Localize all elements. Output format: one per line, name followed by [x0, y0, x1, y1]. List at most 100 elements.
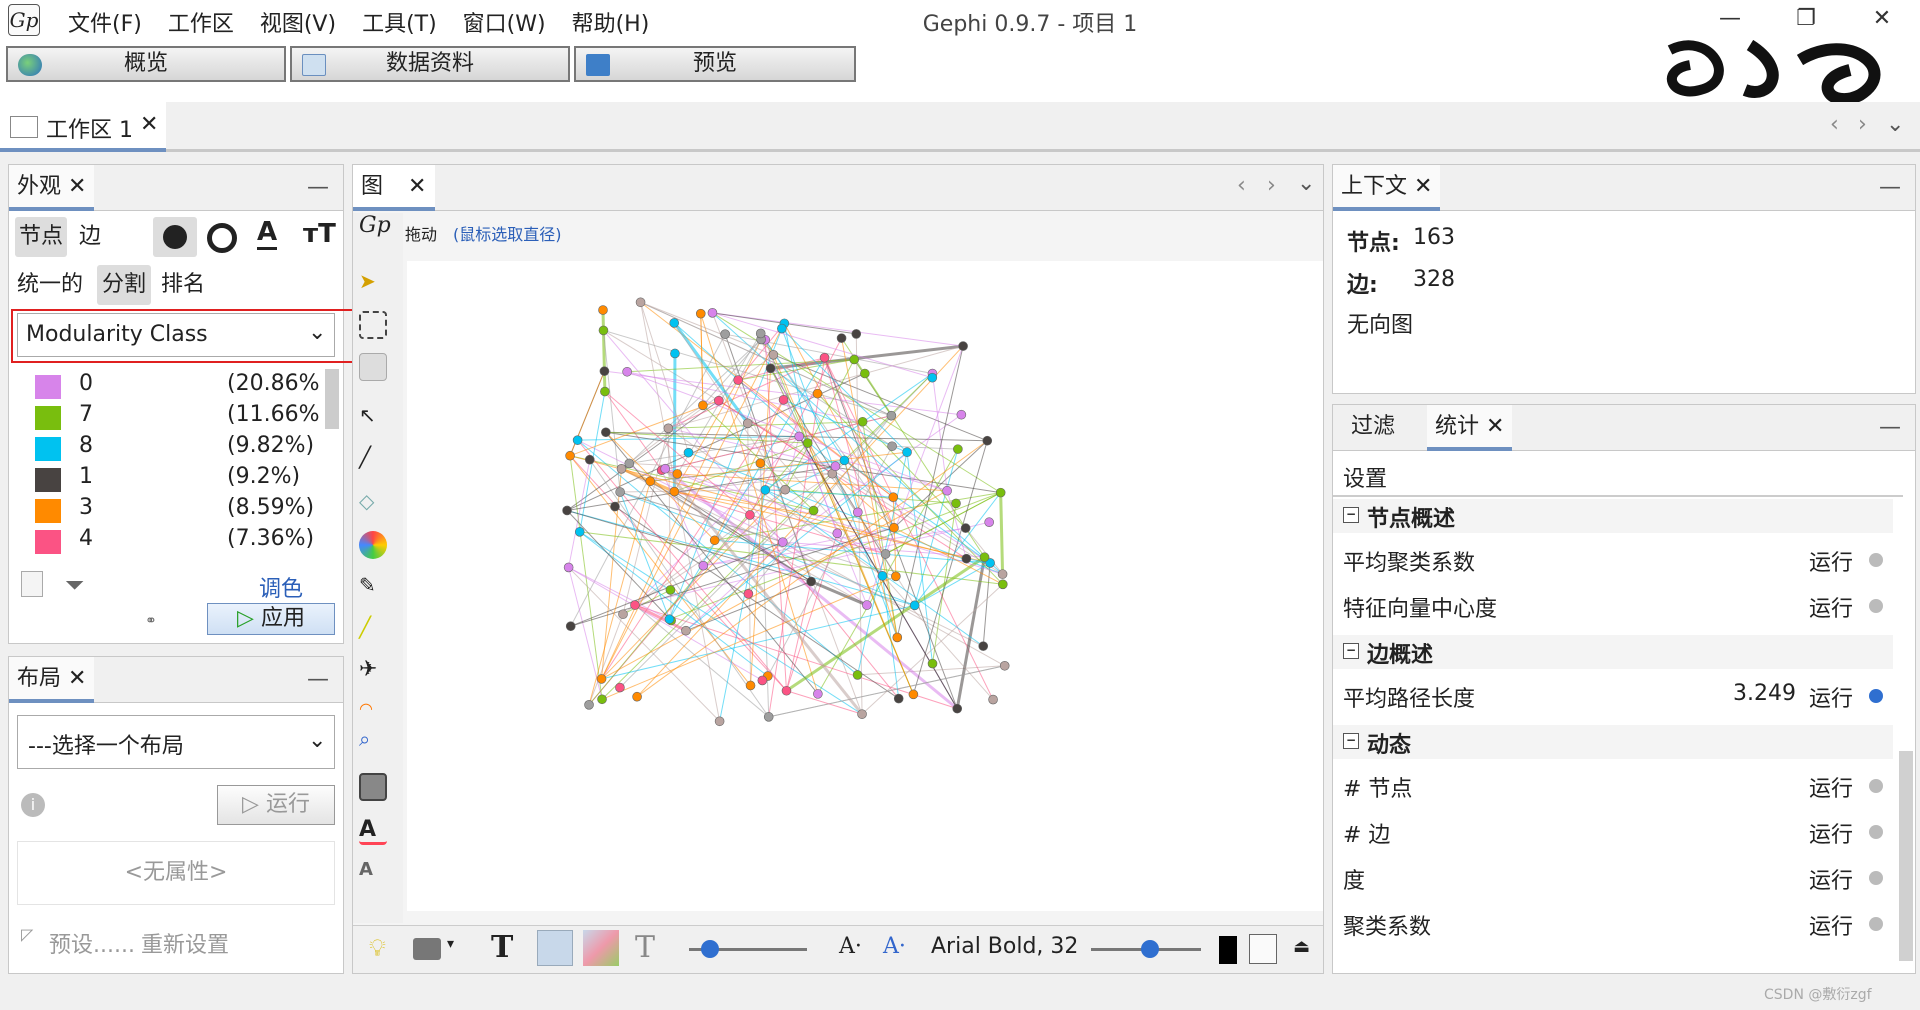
graph-node[interactable]	[743, 589, 754, 599]
graph-node[interactable]	[742, 418, 753, 429]
graph-node[interactable]	[806, 576, 816, 587]
graph-node[interactable]	[942, 485, 952, 496]
label-color-icon[interactable]: A	[359, 817, 387, 845]
graph-node[interactable]	[763, 712, 774, 722]
run-statistic-button[interactable]: 运行	[1809, 863, 1853, 895]
chevron-down-icon[interactable]: ⌄	[1886, 112, 1904, 137]
airplane-icon[interactable]: ✈	[359, 657, 387, 685]
graph-node[interactable]	[598, 305, 608, 315]
graph-node[interactable]	[958, 341, 968, 351]
graph-node[interactable]	[599, 366, 610, 376]
graph-node[interactable]	[574, 527, 585, 537]
zoom-icon[interactable]: ⌕	[359, 727, 387, 755]
minimize-panel-icon[interactable]: —	[307, 175, 329, 200]
run-layout-button[interactable]: ▷ 运行	[217, 785, 335, 825]
graph-node[interactable]	[665, 585, 676, 595]
legend-item[interactable]: 7 (11.66%)	[27, 402, 321, 432]
graph-node[interactable]	[893, 693, 904, 704]
graph-node[interactable]	[999, 660, 1010, 671]
graph-node[interactable]	[832, 528, 843, 539]
shortest-path-icon[interactable]: ◠	[359, 699, 387, 727]
color-swatch[interactable]	[1219, 936, 1237, 964]
chevron-down-icon[interactable]: ▾	[447, 936, 454, 952]
graph-node[interactable]	[681, 625, 691, 636]
graph-node[interactable]	[781, 685, 792, 696]
legend-item[interactable]: 0 (20.86%)	[27, 371, 321, 401]
graph-node[interactable]	[757, 675, 768, 686]
graph-node[interactable]	[849, 354, 860, 365]
stat-section-header[interactable]: − 动态	[1333, 725, 1893, 759]
run-statistic-button[interactable]: 运行	[1809, 817, 1853, 849]
graph-node[interactable]	[857, 709, 867, 719]
context-tab[interactable]: 上下文 ✕	[1333, 165, 1441, 211]
filter-funnel-icon[interactable]: ⏷	[65, 571, 84, 599]
legend-item[interactable]: 8 (9.82%)	[27, 433, 317, 463]
graph-node[interactable]	[768, 349, 779, 360]
color-swatch[interactable]	[35, 375, 61, 399]
graph-node[interactable]	[733, 375, 743, 385]
collapse-icon[interactable]: −	[1343, 643, 1359, 659]
graph-node[interactable]	[909, 600, 920, 611]
graph-node[interactable]	[622, 366, 632, 377]
scroll-right-icon[interactable]: ›	[1267, 173, 1276, 198]
graph-node[interactable]	[670, 348, 680, 359]
graph-node[interactable]	[953, 444, 963, 454]
graph-node[interactable]	[745, 680, 756, 691]
graph-node[interactable]	[951, 498, 961, 509]
graph-node[interactable]	[960, 523, 971, 533]
label-size-icon[interactable]: тT	[303, 219, 336, 249]
square-icon[interactable]	[359, 773, 387, 801]
graph-node[interactable]	[777, 323, 787, 334]
help-icon[interactable]	[1869, 689, 1883, 703]
menu-help[interactable]: 帮助(H)	[572, 6, 650, 38]
close-window-button[interactable]: ✕	[1852, 0, 1912, 40]
graph-node[interactable]	[978, 641, 989, 651]
graph-node[interactable]	[887, 441, 897, 452]
graph-node[interactable]	[777, 537, 788, 547]
close-appearance-icon[interactable]: ✕	[68, 174, 86, 199]
font-color-icon[interactable]: A·	[883, 934, 906, 959]
graph-node[interactable]	[660, 463, 671, 474]
partition-tab[interactable]: 分割	[97, 265, 151, 305]
graph-node[interactable]	[601, 427, 611, 438]
help-icon[interactable]	[1869, 553, 1883, 567]
data-laboratory-mode-button[interactable]: 数据资料	[290, 46, 570, 82]
copy-icon[interactable]	[21, 571, 43, 597]
graph-node[interactable]	[615, 682, 625, 693]
scroll-left-icon[interactable]: ‹	[1830, 112, 1839, 137]
graph-canvas[interactable]	[407, 261, 1323, 911]
graph-node[interactable]	[995, 487, 1006, 498]
rectangle-select-icon[interactable]	[359, 311, 387, 339]
color-swatch[interactable]	[35, 437, 61, 461]
color-swatch[interactable]	[35, 406, 61, 430]
graph-node[interactable]	[877, 571, 888, 581]
help-icon[interactable]	[1869, 599, 1883, 613]
graph-node[interactable]	[892, 632, 903, 643]
graph-node[interactable]	[952, 703, 963, 714]
graph-node[interactable]	[663, 423, 674, 434]
stat-section-header[interactable]: − 节点概述	[1333, 499, 1893, 533]
overview-mode-button[interactable]: 概览	[6, 46, 286, 82]
graph-node[interactable]	[860, 368, 870, 379]
graph-node[interactable]	[584, 454, 595, 465]
collapse-icon[interactable]: −	[1343, 507, 1359, 523]
graph-node[interactable]	[618, 609, 628, 620]
graph-node[interactable]	[714, 395, 724, 406]
graph-node[interactable]	[961, 553, 972, 564]
graph-node[interactable]	[635, 297, 646, 308]
info-icon[interactable]: i	[21, 793, 45, 817]
minimize-panel-icon[interactable]: —	[1879, 415, 1901, 440]
graph-node[interactable]	[812, 388, 823, 399]
appearance-tab[interactable]: 外观 ✕	[9, 165, 95, 211]
chevron-down-icon[interactable]: ⌄	[1297, 171, 1315, 196]
presets-button[interactable]: 预设......	[49, 927, 135, 959]
run-statistic-button[interactable]: 运行	[1809, 591, 1853, 623]
graph-node[interactable]	[891, 571, 901, 582]
minimize-button[interactable]: —	[1700, 0, 1760, 40]
graph-node[interactable]	[880, 549, 891, 559]
menu-workspace[interactable]: 工作区	[168, 6, 234, 38]
graph-node[interactable]	[615, 487, 625, 497]
maximize-button[interactable]: ❐	[1776, 0, 1836, 40]
help-icon[interactable]	[1869, 871, 1883, 885]
legend-scrollbar[interactable]	[325, 369, 339, 429]
